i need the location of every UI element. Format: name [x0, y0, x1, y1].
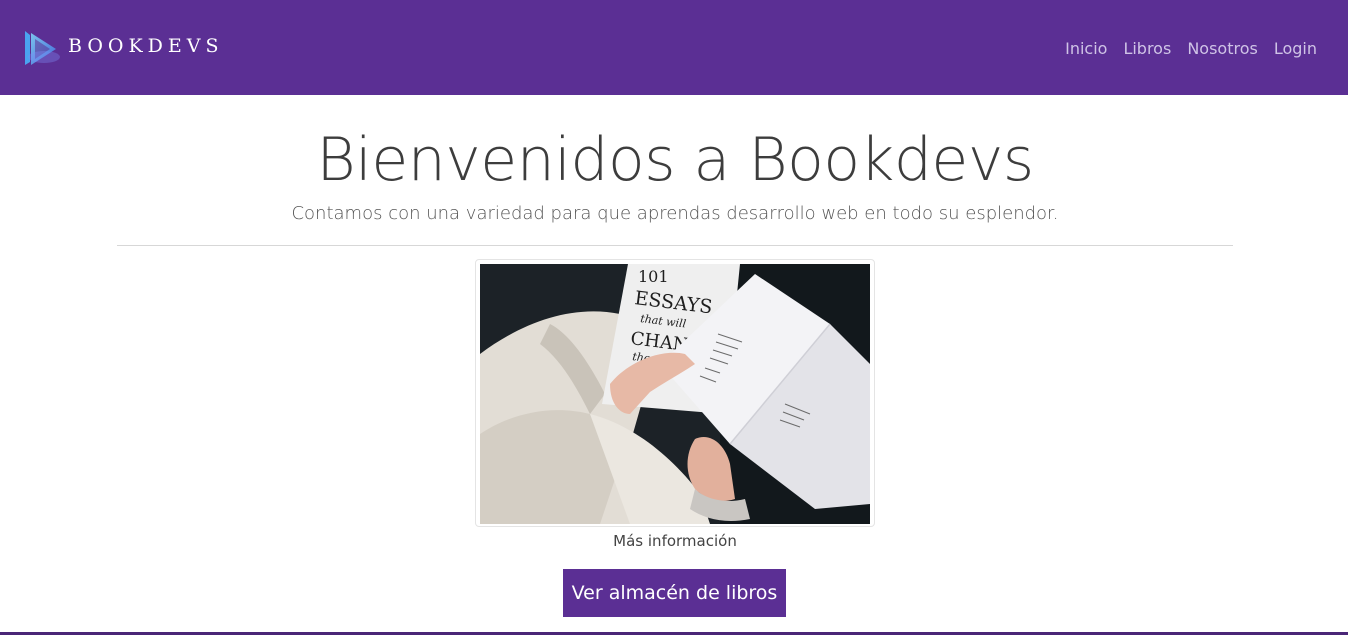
nav-link-inicio[interactable]: Inicio: [1065, 39, 1107, 58]
navbar: BOOKDEVS Inicio Libros Nosotros Login: [0, 0, 1348, 95]
brand-name: BOOKDEVS: [68, 34, 224, 57]
nav-links: Inicio Libros Nosotros Login: [1065, 39, 1317, 58]
page-title: Bienvenidos a Bookdevs: [316, 125, 1034, 195]
view-book-store-button[interactable]: Ver almacén de libros: [563, 569, 786, 617]
reading-book-photo: 101 ESSAYS that will CHANG the way YO: [480, 264, 870, 524]
page-subtitle: Contamos con una variedad para que apren…: [291, 203, 1059, 224]
svg-text:101: 101: [638, 267, 669, 286]
hero-section: Bienvenidos a Bookdevs Contamos con una …: [117, 95, 1233, 246]
nav-link-libros[interactable]: Libros: [1123, 39, 1171, 58]
nav-link-login[interactable]: Login: [1274, 39, 1317, 58]
section-divider: [117, 245, 1233, 246]
brand-link[interactable]: BOOKDEVS: [22, 27, 224, 69]
nav-link-nosotros[interactable]: Nosotros: [1187, 39, 1258, 58]
more-info-caption: Más información: [613, 532, 737, 550]
feature-image-frame: 101 ESSAYS that will CHANG the way YO: [475, 259, 875, 527]
book-logo-icon: [25, 30, 60, 65]
